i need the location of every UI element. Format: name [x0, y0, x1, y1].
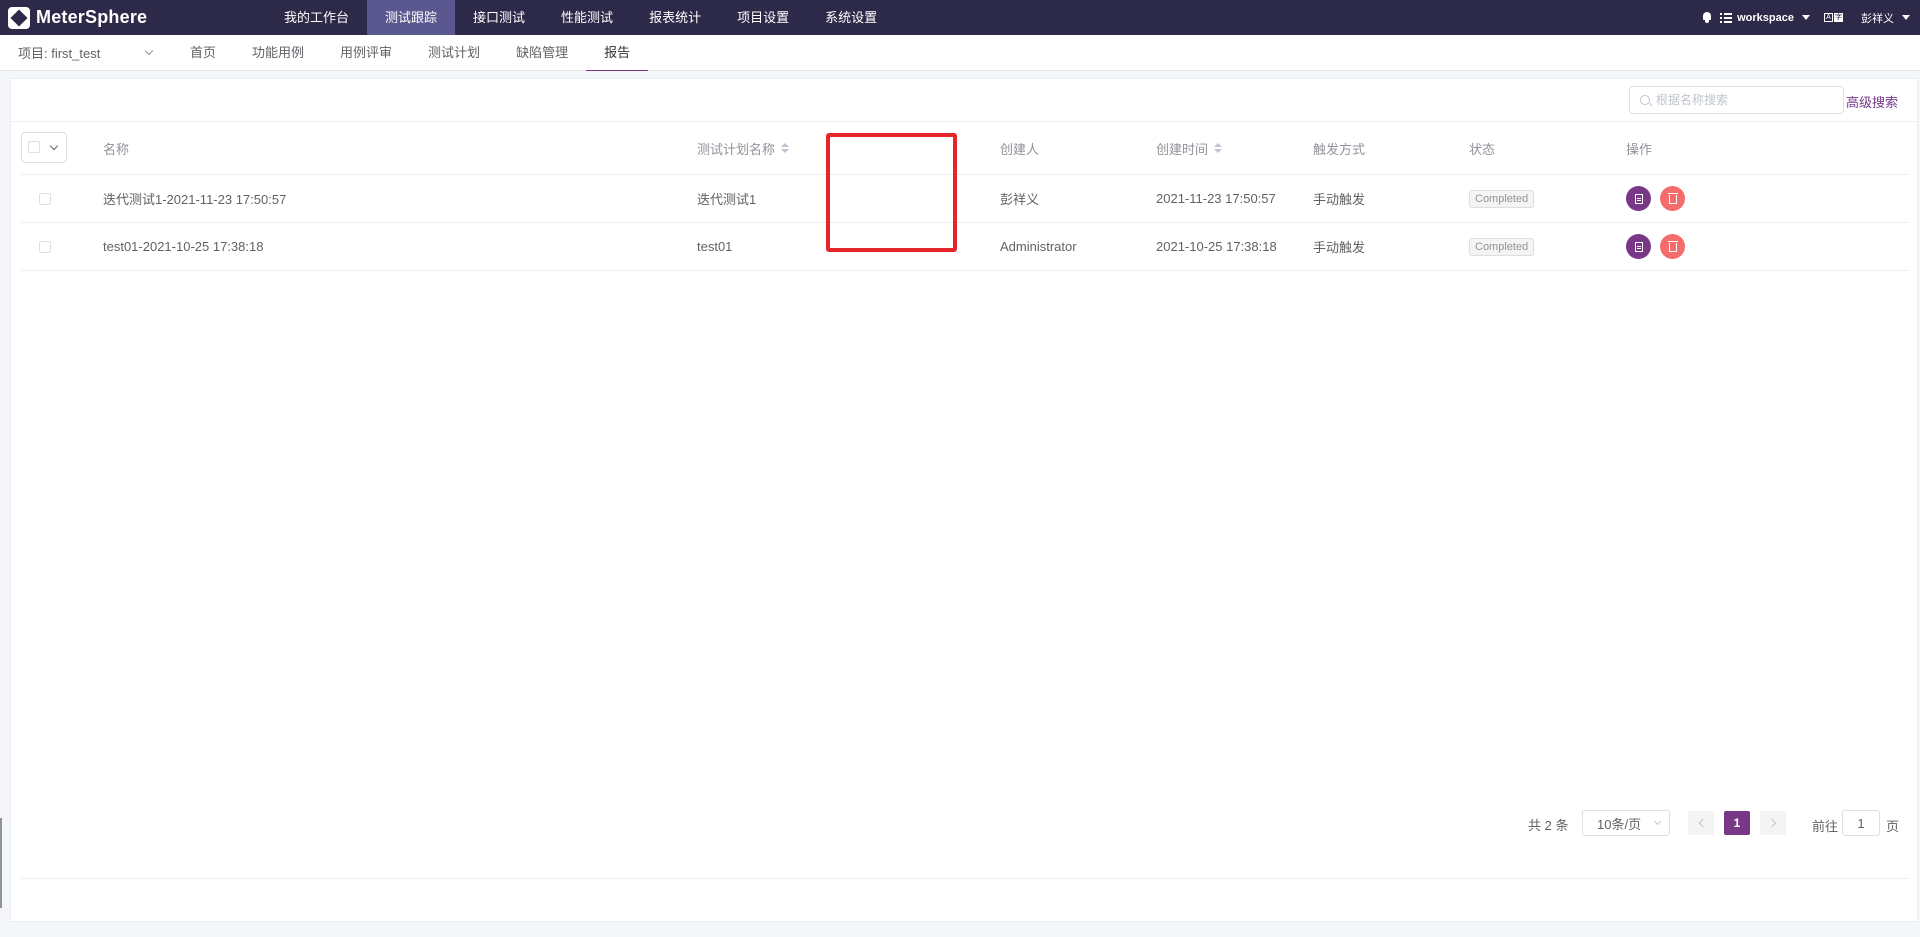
goto-page-input[interactable] — [1842, 810, 1880, 836]
search-box[interactable] — [1629, 86, 1844, 114]
goto-label: 前往 — [1812, 819, 1839, 834]
user-caret-down-icon[interactable] — [1902, 15, 1910, 20]
subnav-case-review[interactable]: 用例评审 — [322, 35, 410, 71]
view-report-button[interactable] — [1626, 234, 1651, 259]
creator: Administrator — [1000, 239, 1077, 254]
advanced-search-link[interactable]: 高级搜索 — [1846, 92, 1898, 111]
row-checkbox-cell — [39, 223, 51, 270]
select-all-checkbox[interactable] — [28, 141, 40, 153]
actions-cell — [1626, 175, 1694, 222]
sort-icon[interactable] — [781, 143, 790, 153]
chevron-right-icon — [1767, 818, 1776, 828]
topnav-performance-test[interactable]: 性能测试 — [543, 0, 631, 35]
status-badge: Completed — [1469, 189, 1535, 208]
column-header-plan-name[interactable]: 测试计划名称 — [697, 122, 790, 174]
report-table: 名称 测试计划名称 创建人 创建时间 触发方式 状态 操作 迭代测试1-2021… — [21, 122, 1909, 271]
page-size-select[interactable]: 10条/页 — [1582, 810, 1670, 836]
actions-cell — [1626, 223, 1694, 270]
table-row[interactable]: 迭代测试1-2021-11-23 17:50:57 迭代测试1 彭祥义 2021… — [21, 175, 1909, 223]
top-navbar: MeterSphere 我的工作台 测试跟踪 接口测试 性能测试 报表统计 项目… — [0, 0, 1920, 35]
creator: 彭祥义 — [1000, 192, 1040, 207]
bell-icon[interactable] — [1702, 12, 1712, 23]
logo-text: MeterSphere — [36, 7, 148, 27]
row-checkbox[interactable] — [39, 240, 51, 253]
logo[interactable]: MeterSphere — [0, 0, 266, 35]
top-right-tools: workspace A字 彭祥义 — [1702, 0, 1920, 35]
document-icon — [1634, 193, 1643, 204]
subnav-defects[interactable]: 缺陷管理 — [498, 35, 586, 71]
table-row[interactable]: test01-2021-10-25 17:38:18 test01 Admini… — [21, 223, 1909, 271]
next-page-button[interactable] — [1760, 811, 1786, 835]
document-icon — [1634, 241, 1643, 252]
delete-report-button[interactable] — [1660, 234, 1685, 259]
plan-name: 迭代测试1 — [697, 192, 757, 207]
report-name[interactable]: 迭代测试1-2021-11-23 17:50:57 — [103, 175, 286, 222]
subnav-home[interactable]: 首页 — [172, 35, 234, 71]
row-checkbox-cell — [39, 175, 51, 222]
topnav-project-settings[interactable]: 项目设置 — [719, 0, 807, 35]
topnav-api-test[interactable]: 接口测试 — [455, 0, 543, 35]
project-name: 项目: first_test — [18, 46, 101, 61]
topnav-system-settings[interactable]: 系统设置 — [807, 0, 895, 35]
footer-divider — [21, 878, 1909, 879]
subnav-report[interactable]: 报告 — [586, 35, 649, 71]
goto-suffix: 页 — [1886, 819, 1900, 834]
user-menu[interactable]: 彭祥义 — [1861, 10, 1894, 26]
column-header-created-time[interactable]: 创建时间 — [1156, 122, 1223, 174]
scroll-edge — [0, 818, 2, 908]
sub-navbar: 项目: first_test 首页 功能用例 用例评审 测试计划 缺陷管理 报告 — [0, 35, 1920, 71]
project-selector[interactable]: 项目: first_test — [0, 35, 172, 71]
select-all-dropdown[interactable] — [21, 132, 67, 163]
row-checkbox[interactable] — [39, 192, 51, 205]
subnav-test-plan[interactable]: 测试计划 — [410, 35, 498, 71]
highlight-annotation-box — [826, 133, 957, 252]
language-icon[interactable]: A字 — [1824, 13, 1843, 22]
status-badge: Completed — [1469, 237, 1535, 256]
view-report-button[interactable] — [1626, 186, 1651, 211]
trigger-mode: 手动触发 — [1313, 192, 1366, 207]
task-list-icon[interactable] — [1720, 12, 1733, 23]
trigger-mode: 手动触发 — [1313, 240, 1366, 255]
sub-nav-menu: 首页 功能用例 用例评审 测试计划 缺陷管理 报告 — [172, 35, 649, 71]
created-time: 2021-11-23 17:50:57 — [1156, 191, 1276, 206]
workspace-switcher[interactable]: workspace — [1737, 12, 1794, 24]
topnav-report-stats[interactable]: 报表统计 — [631, 0, 719, 35]
search-input[interactable] — [1656, 93, 1836, 107]
topnav-workbench[interactable]: 我的工作台 — [266, 0, 367, 35]
column-header-trigger: 触发方式 — [1313, 141, 1366, 157]
column-header-creator: 创建人 — [1000, 141, 1040, 157]
prev-page-button[interactable] — [1688, 811, 1714, 835]
trash-icon — [1667, 241, 1678, 252]
subnav-test-cases[interactable]: 功能用例 — [234, 35, 322, 71]
table-header: 名称 测试计划名称 创建人 创建时间 触发方式 状态 操作 — [21, 122, 1909, 175]
status-cell: Completed — [1469, 175, 1535, 222]
trash-icon — [1667, 193, 1678, 204]
sort-icon[interactable] — [1214, 143, 1223, 153]
metersphere-logo-icon — [8, 6, 30, 29]
created-time: 2021-10-25 17:38:18 — [1156, 239, 1277, 254]
column-header-actions: 操作 — [1626, 141, 1653, 157]
top-nav-menu: 我的工作台 测试跟踪 接口测试 性能测试 报表统计 项目设置 系统设置 — [266, 0, 895, 35]
report-list-card: 高级搜索 名称 测试计划名称 创建人 创建时间 触发方式 状态 操作 迭代测试1 — [10, 78, 1918, 922]
delete-report-button[interactable] — [1660, 186, 1685, 211]
pagination-total: 共 2 条 — [1528, 817, 1569, 833]
chevron-left-icon — [1698, 818, 1707, 828]
page-number-current[interactable]: 1 — [1724, 811, 1750, 835]
topnav-test-track[interactable]: 测试跟踪 — [367, 0, 456, 35]
chevron-down-icon — [1653, 817, 1662, 826]
column-header-status: 状态 — [1469, 141, 1496, 157]
status-cell: Completed — [1469, 223, 1535, 270]
chevron-down-icon[interactable] — [49, 141, 59, 151]
chevron-down-icon — [144, 46, 154, 55]
search-icon — [1640, 95, 1650, 105]
workspace-caret-down-icon[interactable] — [1802, 15, 1810, 20]
column-header-name: 名称 — [103, 141, 130, 157]
plan-name: test01 — [697, 239, 733, 254]
report-name[interactable]: test01-2021-10-25 17:38:18 — [103, 223, 263, 270]
